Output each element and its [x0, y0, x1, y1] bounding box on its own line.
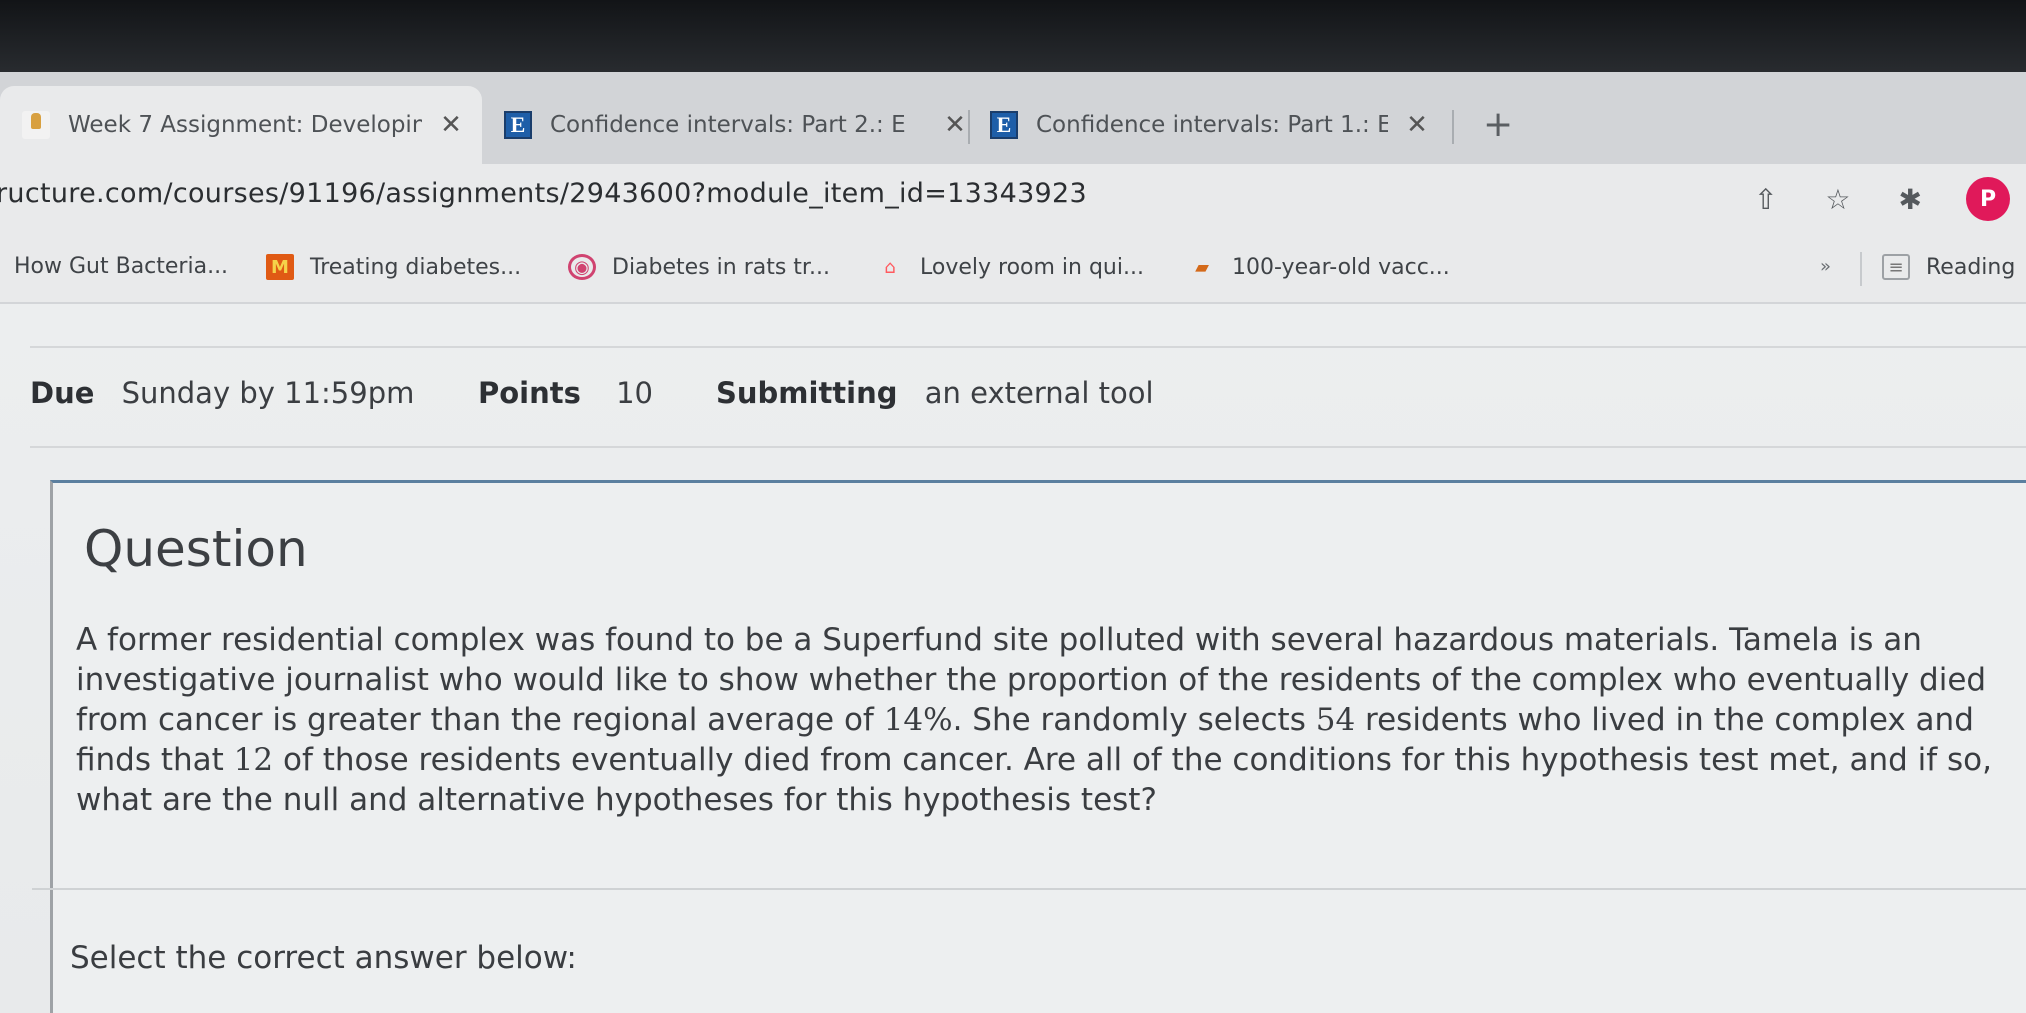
- question-line: investigative journalist who would like …: [76, 662, 1987, 698]
- bookmarks-separator: [1860, 252, 1862, 286]
- text-run: from cancer is greater than the regional…: [76, 702, 884, 738]
- toolbar-icons: ⇧ ☆ ✱ P: [1706, 174, 2026, 224]
- tab-separator: [968, 110, 970, 144]
- m-logo-icon: M: [266, 254, 294, 280]
- bookmarks-bar: How Gut Bacteria... M Treating diabetes.…: [0, 234, 2026, 304]
- question-line: A former residential complex was found t…: [76, 622, 1922, 658]
- tab-title: Confidence intervals: Part 2.: E: [550, 112, 906, 138]
- answer-prompt: Select the correct answer below:: [70, 940, 577, 976]
- bookmark-label: Treating diabetes...: [310, 254, 522, 280]
- bookmark-label: How Gut Bacteria...: [14, 254, 229, 279]
- tab-week7-assignment[interactable]: Week 7 Assignment: Developin ✕: [0, 86, 482, 164]
- reading-list-label: Reading: [1926, 254, 2016, 280]
- due-value: Sunday by 11:59pm: [121, 376, 415, 410]
- sample-size-value: 54: [1315, 702, 1356, 738]
- points-meta: Points 10: [478, 376, 653, 410]
- bookmark-item[interactable]: ⌂ Lovely room in qui...: [876, 254, 1144, 280]
- tab-separator: [1452, 110, 1454, 144]
- bookmark-label: Lovely room in qui...: [920, 254, 1144, 280]
- close-icon[interactable]: ✕: [940, 110, 970, 140]
- due-label: Due: [30, 376, 95, 410]
- extensions-icon[interactable]: ✱: [1899, 183, 1922, 216]
- due-meta: Due Sunday by 11:59pm: [30, 376, 414, 410]
- screen-bezel: [0, 0, 2026, 78]
- bookmark-label: Diabetes in rats tr...: [612, 254, 830, 280]
- bookmark-item[interactable]: ▰ 100-year-old vacc...: [1188, 254, 1450, 280]
- bookmark-item[interactable]: ◉ Diabetes in rats tr...: [568, 254, 830, 280]
- divider: [30, 446, 2026, 448]
- tab-title: Confidence intervals: Part 1.: E: [1036, 112, 1388, 138]
- question-heading: Question: [84, 520, 308, 578]
- close-icon[interactable]: ✕: [436, 110, 466, 140]
- profile-avatar[interactable]: P: [1966, 177, 2010, 221]
- airbnb-icon: ⌂: [884, 256, 896, 278]
- text-run: of those residents eventually died from …: [273, 742, 1992, 778]
- successes-value: 12: [233, 742, 274, 778]
- text-run: finds that: [76, 742, 234, 778]
- tab-strip: Week 7 Assignment: Developin ✕ E Confide…: [0, 72, 2026, 164]
- e-logo-icon: E: [990, 111, 1018, 139]
- e-logo-icon: E: [504, 111, 532, 139]
- divider: [30, 346, 2026, 348]
- text-run: . She randomly selects: [952, 702, 1316, 738]
- close-icon[interactable]: ✕: [1402, 110, 1432, 140]
- bookmarks-overflow-icon[interactable]: »: [1820, 256, 1831, 277]
- circle-icon: ◉: [568, 254, 596, 280]
- question-line: from cancer is greater than the regional…: [76, 700, 2016, 740]
- submitting-meta: Submitting an external tool: [716, 376, 1154, 410]
- dog-icon: ▰: [1195, 256, 1209, 278]
- question-line: finds that 12 of those residents eventua…: [76, 740, 2016, 780]
- submitting-value: an external tool: [924, 376, 1154, 410]
- canvas-icon: [22, 111, 50, 139]
- submitting-label: Submitting: [716, 376, 898, 410]
- tab-title: Week 7 Assignment: Developin: [68, 112, 422, 138]
- question-text: A former residential complex was found t…: [76, 620, 2016, 820]
- reading-list-button[interactable]: ≡ Reading: [1882, 254, 2015, 280]
- tab-confidence-part2[interactable]: E Confidence intervals: Part 2.: E ✕: [500, 86, 970, 164]
- new-tab-button[interactable]: +: [1483, 104, 1513, 145]
- tab-confidence-part1[interactable]: E Confidence intervals: Part 1.: E ✕: [986, 86, 1432, 164]
- points-label: Points: [478, 376, 581, 410]
- address-bar: ructure.com/courses/91196/assignments/29…: [0, 164, 2026, 234]
- question-divider: [32, 888, 2026, 890]
- points-value: 10: [616, 376, 654, 410]
- bookmark-star-icon[interactable]: ☆: [1825, 183, 1850, 216]
- url-field[interactable]: ructure.com/courses/91196/assignments/29…: [0, 178, 1087, 209]
- browser-chrome: Week 7 Assignment: Developin ✕ E Confide…: [0, 72, 2026, 304]
- question-line: what are the null and alternative hypoth…: [76, 782, 1157, 818]
- text-run: residents who lived in the complex and: [1355, 702, 1974, 738]
- share-icon[interactable]: ⇧: [1754, 183, 1777, 216]
- bookmark-label: 100-year-old vacc...: [1232, 254, 1450, 280]
- bookmark-item[interactable]: M Treating diabetes...: [266, 254, 521, 280]
- regional-average-value: 14%: [883, 702, 953, 738]
- bookmark-item[interactable]: How Gut Bacteria...: [14, 254, 228, 279]
- reading-list-icon: ≡: [1882, 254, 1910, 280]
